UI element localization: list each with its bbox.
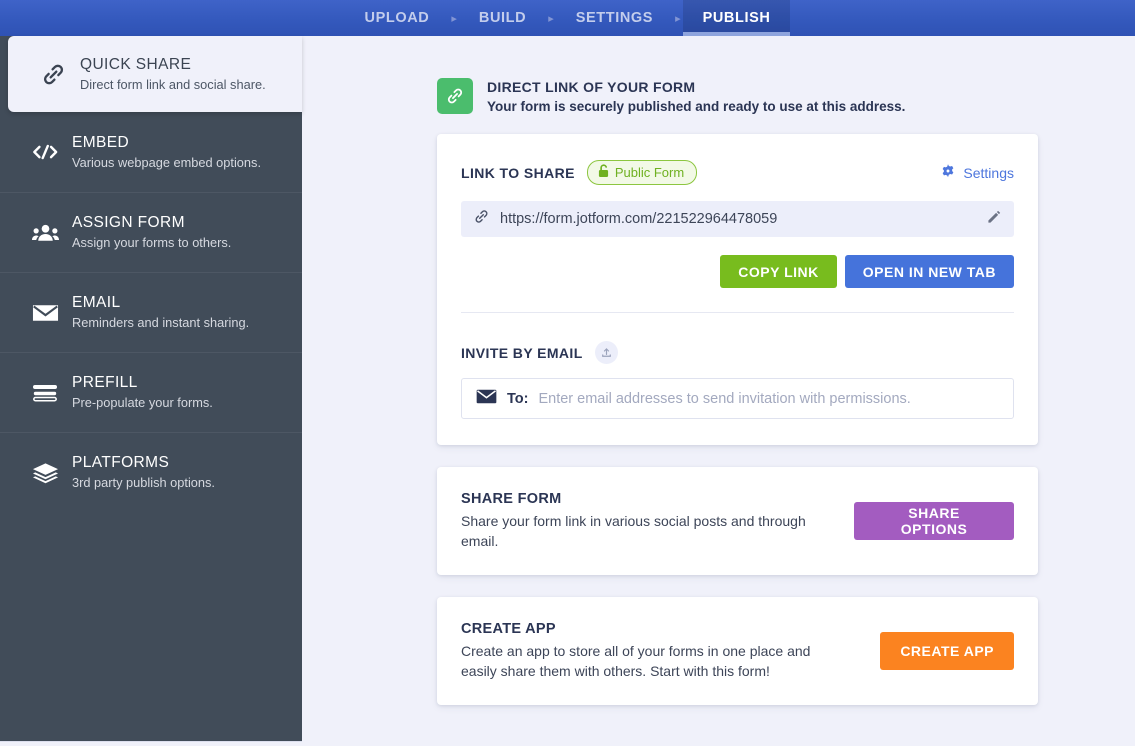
- invite-by-email-header: INVITE BY EMAIL: [461, 341, 1014, 364]
- link-to-share-card: LINK TO SHARE Public Form: [437, 134, 1038, 445]
- envelope-icon: [22, 303, 68, 323]
- create-app-card: CREATE APP Create an app to store all of…: [437, 597, 1038, 705]
- link-card-body: LINK TO SHARE Public Form: [437, 134, 1038, 445]
- share-form-card: SHARE FORM Share your form link in vario…: [437, 467, 1038, 575]
- sidebar-item-title: EMBED: [72, 133, 261, 153]
- sidebar-item-text: ASSIGN FORM Assign your forms to others.: [68, 213, 231, 252]
- link-card-header-row: LINK TO SHARE Public Form: [461, 160, 1014, 185]
- form-url-field[interactable]: https://form.jotform.com/221522964478059: [461, 201, 1014, 237]
- sidebar-item-text: PREFILL Pre-populate your forms.: [68, 373, 213, 412]
- nav-step-settings[interactable]: SETTINGS: [556, 0, 673, 36]
- sidebar-item-title: QUICK SHARE: [80, 55, 266, 75]
- create-app-text: CREATE APP Create an app to store all of…: [461, 621, 846, 681]
- sidebar-item-subtitle: Direct form link and social share.: [80, 76, 266, 94]
- link-action-buttons: COPY LINK OPEN IN NEW TAB: [461, 255, 1014, 288]
- upload-icon[interactable]: [595, 341, 618, 364]
- settings-label: Settings: [963, 165, 1014, 181]
- nav-step-upload[interactable]: UPLOAD: [345, 0, 450, 36]
- sidebar-item-title: ASSIGN FORM: [72, 213, 231, 233]
- direct-link-header: DIRECT LINK OF YOUR FORM Your form is se…: [437, 78, 1135, 116]
- link-label-group: LINK TO SHARE Public Form: [461, 160, 697, 185]
- invite-email-input[interactable]: To: Enter email addresses to send invita…: [461, 378, 1014, 419]
- content-column: DIRECT LINK OF YOUR FORM Your form is se…: [302, 36, 1135, 705]
- lines-icon: [22, 383, 68, 403]
- nav-step-label: PUBLISH: [703, 10, 771, 26]
- create-app-button[interactable]: CREATE APP: [880, 632, 1014, 670]
- create-app-description: Create an app to store all of your forms…: [461, 641, 846, 681]
- link-to-share-label: LINK TO SHARE: [461, 165, 575, 181]
- nav-step-build[interactable]: BUILD: [459, 0, 546, 36]
- main-content: DIRECT LINK OF YOUR FORM Your form is se…: [302, 36, 1135, 746]
- sidebar-item-text: QUICK SHARE Direct form link and social …: [76, 55, 266, 94]
- sidebar-item-subtitle: 3rd party publish options.: [72, 474, 215, 492]
- gear-icon: [940, 163, 956, 182]
- sidebar-item-embed[interactable]: EMBED Various webpage embed options.: [0, 112, 302, 192]
- sidebar-item-title: EMAIL: [72, 293, 249, 313]
- settings-button[interactable]: Settings: [940, 163, 1014, 182]
- share-options-button[interactable]: SHARE OPTIONS: [854, 502, 1014, 540]
- page-subtitle: Your form is securely published and read…: [487, 98, 905, 116]
- publish-page: UPLOAD ▸ BUILD ▸ SETTINGS ▸ PUBLISH: [0, 0, 1135, 746]
- nav-step-publish[interactable]: PUBLISH: [683, 0, 791, 36]
- sidebar-item-quick-share[interactable]: QUICK SHARE Direct form link and social …: [8, 36, 302, 112]
- share-form-title: SHARE FORM: [461, 491, 838, 507]
- share-form-body: SHARE FORM Share your form link in vario…: [437, 467, 1038, 575]
- status-badge-label: Public Form: [615, 165, 684, 180]
- sidebar-item-text: PLATFORMS 3rd party publish options.: [68, 453, 215, 492]
- copy-link-button[interactable]: COPY LINK: [720, 255, 836, 288]
- step-separator-icon: ▸: [449, 0, 459, 36]
- code-icon: [22, 142, 68, 162]
- link-icon: [437, 78, 473, 114]
- link-icon: [473, 208, 490, 230]
- nav-step-label: UPLOAD: [365, 10, 430, 26]
- sidebar-item-text: EMBED Various webpage embed options.: [68, 133, 261, 172]
- sidebar-item-email[interactable]: EMAIL Reminders and instant sharing.: [0, 272, 302, 352]
- wizard-steps: UPLOAD ▸ BUILD ▸ SETTINGS ▸ PUBLISH: [345, 0, 791, 36]
- people-icon: [22, 223, 68, 243]
- open-in-new-tab-button[interactable]: OPEN IN NEW TAB: [845, 255, 1014, 288]
- unlock-icon: [598, 164, 609, 181]
- sidebar-item-subtitle: Assign your forms to others.: [72, 234, 231, 252]
- sidebar-item-platforms[interactable]: PLATFORMS 3rd party publish options.: [0, 432, 302, 512]
- step-separator-icon: ▸: [546, 0, 556, 36]
- sidebar-item-prefill[interactable]: PREFILL Pre-populate your forms.: [0, 352, 302, 432]
- share-form-text: SHARE FORM Share your form link in vario…: [461, 491, 838, 551]
- sidebar-item-subtitle: Pre-populate your forms.: [72, 394, 213, 412]
- create-app-title: CREATE APP: [461, 621, 846, 637]
- to-label: To:: [507, 391, 528, 407]
- sidebar-item-subtitle: Reminders and instant sharing.: [72, 314, 249, 332]
- nav-step-label: SETTINGS: [576, 10, 653, 26]
- sidebar-item-title: PREFILL: [72, 373, 213, 393]
- page-title: DIRECT LINK OF YOUR FORM: [487, 78, 905, 96]
- layers-icon: [22, 462, 68, 484]
- share-form-description: Share your form link in various social p…: [461, 511, 838, 551]
- nav-step-label: BUILD: [479, 10, 526, 26]
- invite-by-email-label: INVITE BY EMAIL: [461, 345, 583, 361]
- top-navigation-bar: UPLOAD ▸ BUILD ▸ SETTINGS ▸ PUBLISH: [0, 0, 1135, 36]
- invite-email-placeholder: Enter email addresses to send invitation…: [538, 391, 910, 407]
- card-divider: [461, 312, 1014, 313]
- sidebar-item-assign-form[interactable]: ASSIGN FORM Assign your forms to others.: [0, 192, 302, 272]
- sidebar-item-text: EMAIL Reminders and instant sharing.: [68, 293, 249, 332]
- publish-sidebar: QUICK SHARE Direct form link and social …: [0, 36, 302, 742]
- sidebar-item-title: PLATFORMS: [72, 453, 215, 473]
- direct-link-header-text: DIRECT LINK OF YOUR FORM Your form is se…: [487, 78, 905, 116]
- sidebar-item-subtitle: Various webpage embed options.: [72, 154, 261, 172]
- form-url-value: https://form.jotform.com/221522964478059: [500, 211, 976, 227]
- create-app-body: CREATE APP Create an app to store all of…: [437, 597, 1038, 705]
- step-separator-icon: ▸: [673, 0, 683, 36]
- link-icon: [30, 61, 76, 88]
- status-badge-public-form[interactable]: Public Form: [587, 160, 697, 185]
- pencil-icon[interactable]: [986, 209, 1002, 230]
- envelope-icon: [476, 389, 497, 409]
